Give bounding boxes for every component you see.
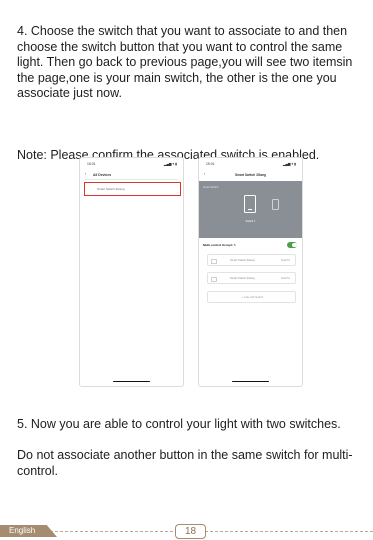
device-row-label: Smart Switch 3Gang [97, 187, 125, 191]
row-checkbox[interactable] [211, 276, 217, 282]
home-indicator [232, 380, 269, 382]
multi-control-group-label[interactable]: Multi-control Group1 ✎ [203, 243, 236, 247]
link-with-switch-label: + Link with Switch [241, 296, 264, 299]
row-device-name: Smart Switch 3Gang [230, 277, 255, 280]
row-device-name: Smart Switch 3Gang [230, 259, 255, 262]
page-number: 18 [175, 524, 206, 539]
associated-switch-row[interactable]: Smart Switch 3Gang Switch1 [207, 254, 296, 266]
status-bar: 15:01 ▂▄▆ ▾ ▮ [206, 162, 296, 167]
phone-screenshot-all-devices: 15:01 ▂▄▆ ▾ ▮ ‹ All Devices Smart Switch… [79, 157, 184, 387]
home-indicator [113, 380, 150, 382]
step-5-warning-text: Do not associate another button in the s… [17, 448, 353, 478]
switch-caption: Switch 1 [245, 220, 256, 223]
status-time: 15:01 [87, 162, 96, 166]
status-bar: 15:01 ▂▄▆ ▾ ▮ [87, 162, 177, 167]
status-time: 15:01 [206, 162, 215, 166]
switch-side-icon [272, 199, 279, 210]
back-icon[interactable]: ‹ [85, 172, 86, 176]
language-tab: English [0, 525, 57, 537]
switch-main-icon[interactable] [244, 195, 256, 213]
multi-control-toggle[interactable] [287, 242, 297, 248]
switch-hero-panel: Smart Switch Switch 1 [199, 181, 302, 238]
row-button-name: Switch1 [280, 259, 290, 262]
status-icons: ▂▄▆ ▾ ▮ [163, 162, 177, 166]
row-button-name: Switch1 [280, 277, 290, 280]
hero-label: Smart Switch [203, 186, 219, 189]
phone-screenshot-multi-control: 15:01 ▂▄▆ ▾ ▮ ‹ Smart Switch 3Gang Smart… [198, 157, 303, 387]
step-4-text: 4. Choose the switch that you want to as… [17, 24, 353, 101]
row-checkbox[interactable] [211, 258, 217, 264]
page-footer: English 18 [0, 524, 373, 540]
screen-title: Smart Switch 3Gang [235, 173, 266, 177]
device-row-highlighted[interactable]: Smart Switch 3Gang [84, 182, 181, 196]
associated-switch-row[interactable]: Smart Switch 3Gang Switch1 [207, 272, 296, 284]
link-with-switch-button[interactable]: + Link with Switch [207, 291, 296, 303]
step-5-text: 5. Now you are able to control your ligh… [17, 417, 341, 431]
note-text: Note: Please confirm the associated swit… [17, 148, 320, 162]
divider [85, 179, 178, 180]
screen-title: All Devices [93, 173, 112, 177]
status-icons: ▂▄▆ ▾ ▮ [282, 162, 296, 166]
